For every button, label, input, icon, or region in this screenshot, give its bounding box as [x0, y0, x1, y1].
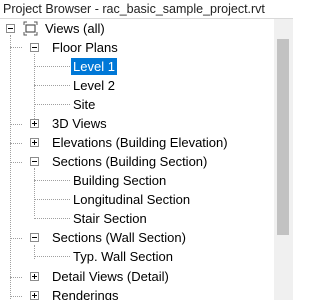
tree-label: Typ. Wall Section	[73, 249, 173, 264]
expand-icon[interactable]	[30, 291, 39, 300]
tree-label: Elevations (Building Elevation)	[52, 135, 228, 150]
tree-line	[34, 180, 70, 181]
tree-node-site[interactable]: Site	[0, 95, 274, 114]
tree-line	[34, 256, 70, 257]
tree-label: Floor Plans	[52, 40, 118, 55]
expand-icon[interactable]	[30, 119, 39, 128]
tree-node-detail-views[interactable]: Detail Views (Detail)	[0, 267, 274, 286]
tree-node-elevations[interactable]: Elevations (Building Elevation)	[0, 133, 274, 152]
views-icon	[23, 21, 38, 36]
collapse-icon[interactable]	[30, 43, 39, 52]
tree-node-sections-wall[interactable]: Sections (Wall Section)	[0, 228, 274, 247]
tree-label: Stair Section	[73, 211, 147, 226]
tree-line	[34, 104, 70, 105]
tree-label: Sections (Wall Section)	[52, 230, 186, 245]
tree-node-renderings[interactable]: Renderings	[0, 286, 274, 300]
tree-node-views-all[interactable]: Views (all)	[0, 19, 274, 38]
vertical-scrollbar[interactable]	[274, 19, 293, 300]
expand-icon[interactable]	[30, 272, 39, 281]
scrollbar-thumb[interactable]	[277, 39, 289, 235]
tree-node-sections-building[interactable]: Sections (Building Section)	[0, 152, 274, 171]
tree-node-level-2[interactable]: Level 2	[0, 76, 274, 95]
collapse-icon[interactable]	[6, 24, 15, 33]
tree-line	[34, 85, 70, 86]
tree-label: Building Section	[73, 173, 167, 188]
collapse-icon[interactable]	[30, 233, 39, 242]
tree-line	[34, 218, 70, 219]
project-browser-tree: Views (all) Floor Plans Level 1 Level 2 …	[0, 19, 274, 300]
expand-icon[interactable]	[30, 138, 39, 147]
collapse-icon[interactable]	[30, 157, 39, 166]
tree-label: Views (all)	[45, 21, 105, 36]
tree-node-building-section[interactable]: Building Section	[0, 171, 274, 190]
tree-label: Renderings	[52, 288, 119, 300]
tree-label: Detail Views (Detail)	[52, 269, 169, 284]
tree-line	[34, 199, 70, 200]
tree-node-longitudinal-section[interactable]: Longitudinal Section	[0, 190, 274, 209]
tree-label: Longitudinal Section	[73, 192, 191, 207]
project-browser-titlebar: Project Browser - rac_basic_sample_proje…	[0, 0, 293, 19]
tree-label: 3D Views	[52, 116, 107, 131]
tree-label: Site	[73, 97, 96, 112]
tree-node-typ-wall-section[interactable]: Typ. Wall Section	[0, 247, 274, 266]
tree-label: Level 2	[73, 78, 115, 93]
tree-node-level-1[interactable]: Level 1	[0, 57, 274, 76]
tree-label: Level 1	[71, 58, 117, 75]
tree-label: Sections (Building Section)	[52, 154, 208, 169]
tree-node-3d-views[interactable]: 3D Views	[0, 114, 274, 133]
window-title: Project Browser - rac_basic_sample_proje…	[3, 2, 265, 16]
tree-node-floor-plans[interactable]: Floor Plans	[0, 38, 274, 57]
tree-line	[34, 66, 70, 67]
tree-node-stair-section[interactable]: Stair Section	[0, 209, 274, 228]
